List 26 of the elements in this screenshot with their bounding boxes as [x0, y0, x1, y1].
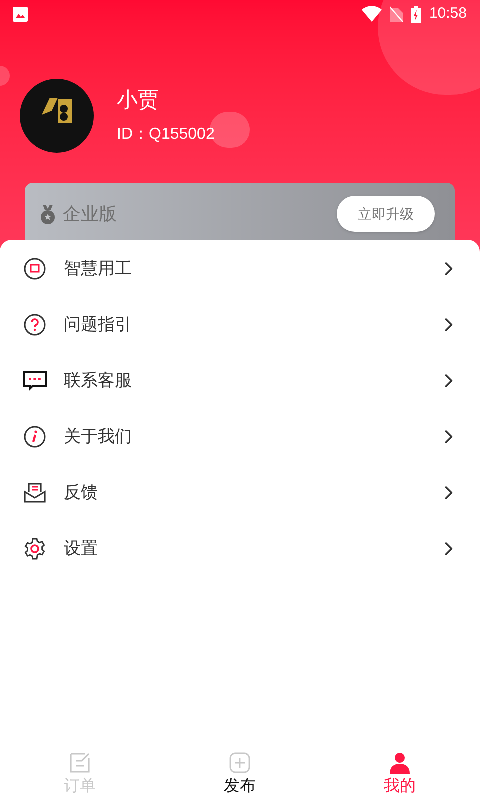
chat-icon	[22, 369, 48, 393]
menu-item[interactable]: 联系客服	[0, 353, 480, 409]
status-time: 10:58	[429, 4, 467, 24]
no-sim-icon	[390, 6, 404, 22]
plus-icon	[229, 752, 251, 774]
wifi-icon	[362, 6, 382, 22]
mail-tray-icon	[23, 481, 47, 505]
medal-icon	[40, 204, 56, 224]
menu-item[interactable]: 问题指引	[0, 297, 480, 353]
membership-level: 企业版	[63, 203, 117, 226]
help-icon	[23, 313, 47, 337]
note-icon	[69, 752, 91, 774]
user-name: 小贾	[117, 88, 160, 114]
menu-item[interactable]: 关于我们	[0, 409, 480, 465]
battery-icon	[411, 6, 422, 22]
menu-item[interactable]: 设置	[0, 521, 480, 577]
user-id: ID：Q155002	[117, 124, 215, 145]
info-icon	[23, 425, 47, 449]
image-icon	[13, 6, 28, 22]
menu-item[interactable]: 智慧用工	[0, 241, 480, 297]
user-icon	[389, 752, 411, 774]
nav-tab[interactable]: 发布	[160, 752, 320, 799]
menu-item[interactable]: 反馈	[0, 465, 480, 521]
settings-icon	[23, 537, 47, 561]
upgrade-button[interactable]: 立即升级	[337, 196, 435, 232]
nav-tab[interactable]: 我的	[320, 752, 480, 799]
